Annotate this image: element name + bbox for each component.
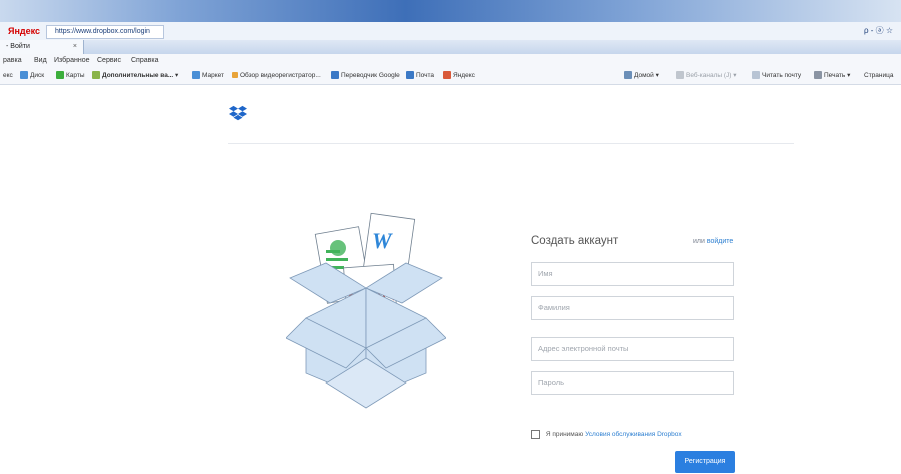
dropbox-open-box-illustration: W — [286, 212, 446, 409]
last-name-field[interactable]: Фамилия — [531, 296, 734, 320]
toolbar-page[interactable]: Страница — [864, 68, 893, 84]
register-button[interactable]: Регистрация — [675, 451, 735, 473]
terms-checkbox[interactable] — [531, 430, 540, 439]
address-bar-controls[interactable]: ρ - ⓐ ☆ — [864, 25, 893, 36]
market-icon — [192, 71, 200, 80]
home-icon — [624, 71, 632, 80]
fav-maps[interactable]: Карты — [56, 68, 85, 84]
terms-prefix: Я принимаю — [545, 431, 584, 439]
toolbar-print[interactable]: Печать ▾ — [814, 68, 850, 84]
mail-icon — [752, 71, 760, 80]
first-name-field[interactable]: Имя — [531, 262, 734, 286]
browser-title-bar — [0, 0, 901, 22]
favorites-bar: екс Диск Карты Дополнительные ва... ▾ Ма… — [0, 68, 901, 85]
translate-icon — [331, 71, 339, 80]
signin-alternative: или войдите — [693, 238, 733, 245]
menu-bar: равка Вид Избранное Сервис Справка — [0, 54, 901, 68]
tab-strip: - Войти × — [0, 40, 901, 54]
star-icon — [232, 72, 238, 79]
terms-link[interactable]: Условия обслуживания Dropbox — [585, 431, 682, 438]
menu-item-edit[interactable]: равка — [3, 54, 22, 68]
yandex-icon — [443, 71, 451, 80]
toolbar-read-mail[interactable]: Читать почту — [752, 68, 801, 84]
address-bar: Яндекс https://www.dropbox.com/login ρ -… — [0, 22, 901, 41]
menu-item-help[interactable]: Справка — [131, 54, 158, 68]
fav-yandex-prefix[interactable]: екс — [3, 68, 13, 84]
extras-icon — [92, 71, 100, 80]
yandex-logo: Яндекс — [8, 26, 41, 36]
email-field[interactable]: Адрес электронной почты — [531, 337, 734, 361]
printer-icon — [814, 71, 822, 80]
terms-row: Я принимаю Условия обслуживания Dropbox — [531, 430, 682, 439]
fav-review[interactable]: Обзор видеорегистратор... — [232, 68, 321, 84]
menu-item-favorites[interactable]: Избранное — [54, 54, 89, 68]
svg-text:W: W — [372, 228, 393, 253]
fav-translate[interactable]: Переводчик Google — [331, 68, 400, 84]
menu-item-view[interactable]: Вид — [34, 54, 47, 68]
close-icon[interactable]: × — [73, 40, 77, 54]
password-field[interactable]: Пароль — [531, 371, 734, 395]
fav-disk[interactable]: Диск — [20, 68, 44, 84]
tab-title: - Войти — [6, 43, 30, 50]
signup-title: Создать аккаунт — [531, 235, 619, 247]
fav-yandex[interactable]: Яндекс — [443, 68, 475, 84]
signin-link[interactable]: войдите — [707, 238, 733, 245]
maps-icon — [56, 71, 64, 80]
signin-prefix: или — [693, 238, 705, 245]
fav-mail[interactable]: Почта — [406, 68, 434, 84]
url-field[interactable]: https://www.dropbox.com/login — [46, 25, 164, 39]
toolbar-home[interactable]: Домой ▾ — [624, 68, 659, 84]
mail-icon — [406, 71, 414, 80]
toolbar-feeds[interactable]: Веб-каналы (J) ▾ — [676, 68, 737, 84]
tab-login[interactable]: - Войти × — [0, 40, 84, 54]
feed-icon — [676, 71, 684, 80]
disk-icon — [20, 71, 28, 80]
dropbox-logo-icon[interactable] — [229, 105, 247, 123]
header-divider — [228, 143, 794, 144]
menu-item-tools[interactable]: Сервис — [97, 54, 121, 68]
fav-market[interactable]: Маркет — [192, 68, 224, 84]
fav-extra[interactable]: Дополнительные ва... ▾ — [92, 68, 178, 84]
